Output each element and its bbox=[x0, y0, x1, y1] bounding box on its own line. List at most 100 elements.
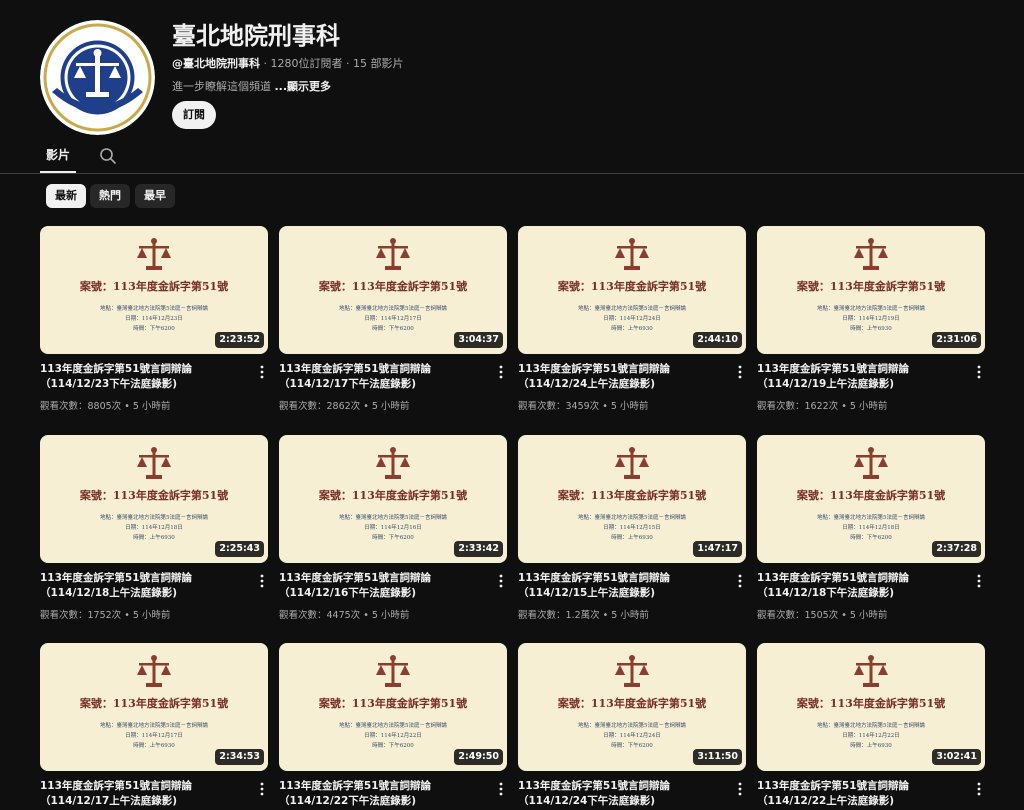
thumbnail-case-number: 案號：113年度金訴字第51號 bbox=[796, 697, 946, 710]
video-thumbnail[interactable]: 案號：113年度金訴字第51號 地點：臺灣臺北地方法院第5法庭－言詞辯論 日期：… bbox=[279, 643, 507, 771]
video-title[interactable]: 113年度金訴字第51號言詞辯論（114/12/17下午法庭錄影) bbox=[279, 362, 487, 392]
video-title[interactable]: 113年度金訴字第51號言詞辯論（114/12/24上午法庭錄影) bbox=[518, 362, 726, 392]
video-views: 觀看次數：2862次 • 5 小時前 bbox=[279, 401, 410, 412]
channel-avatar[interactable] bbox=[40, 20, 155, 135]
thumbnail-case-number: 案號：113年度金訴字第51號 bbox=[318, 697, 468, 710]
thumbnail-location: 地點：臺灣臺北地方法院第5法庭－言詞辯論 bbox=[338, 723, 447, 729]
thumbnail-time: 時間：下午6200 bbox=[133, 326, 175, 332]
video-card[interactable]: 案號：113年度金訴字第51號 地點：臺灣臺北地方法院第5法庭－言詞辯論 日期：… bbox=[40, 226, 268, 426]
video-title[interactable]: 113年度金訴字第51號言詞辯論（114/12/19上午法庭錄影) bbox=[757, 362, 965, 392]
video-thumbnail[interactable]: 案號：113年度金訴字第51號 地點：臺灣臺北地方法院第5法庭－言詞辯論 日期：… bbox=[40, 643, 268, 771]
video-thumbnail[interactable]: 案號：113年度金訴字第51號 地點：臺灣臺北地方法院第5法庭－言詞辯論 日期：… bbox=[518, 643, 746, 771]
video-card[interactable]: 案號：113年度金訴字第51號 地點：臺灣臺北地方法院第5法庭－言詞辯論 日期：… bbox=[518, 643, 746, 810]
thumbnail-time: 時間：上午6930 bbox=[611, 326, 653, 332]
video-thumbnail[interactable]: 案號：113年度金訴字第51號 地點：臺灣臺北地方法院第5法庭－言詞辯論 日期：… bbox=[279, 226, 507, 354]
video-thumbnail[interactable]: 案號：113年度金訴字第51號 地點：臺灣臺北地方法院第5法庭－言詞辯論 日期：… bbox=[518, 435, 746, 563]
thumbnail-date: 日期：114年12月16日 bbox=[364, 525, 422, 531]
more-options-icon[interactable] bbox=[973, 573, 985, 588]
video-title[interactable]: 113年度金訴字第51號言詞辯論（114/12/18下午法庭錄影) bbox=[757, 571, 965, 601]
video-title[interactable]: 113年度金訴字第51號言詞辯論（114/12/17上午法庭錄影) bbox=[40, 779, 248, 809]
more-options-icon[interactable] bbox=[734, 573, 746, 588]
video-title[interactable]: 113年度金訴字第51號言詞辯論（114/12/22下午法庭錄影) bbox=[279, 779, 487, 809]
video-title[interactable]: 113年度金訴字第51號言詞辯論（114/12/22上午法庭錄影) bbox=[757, 779, 965, 809]
video-title[interactable]: 113年度金訴字第51號言詞辯論（114/12/24下午法庭錄影) bbox=[518, 779, 726, 809]
scales-of-justice-icon bbox=[375, 236, 411, 272]
thumbnail-date: 日期：114年12月18日 bbox=[842, 525, 900, 531]
filter-oldest[interactable]: 最早 bbox=[135, 184, 175, 208]
video-thumbnail[interactable]: 案號：113年度金訴字第51號 地點：臺灣臺北地方法院第5法庭－言詞辯論 日期：… bbox=[40, 435, 268, 563]
more-options-icon[interactable] bbox=[734, 364, 746, 379]
video-thumbnail[interactable]: 案號：113年度金訴字第51號 地點：臺灣臺北地方法院第5法庭－言詞辯論 日期：… bbox=[757, 226, 985, 354]
scales-of-justice-icon bbox=[136, 236, 172, 272]
thumbnail-case-number: 案號：113年度金訴字第51號 bbox=[796, 489, 946, 502]
video-title[interactable]: 113年度金訴字第51號言詞辯論（114/12/15上午法庭錄影) bbox=[518, 571, 726, 601]
thumbnail-time: 時間：下午6200 bbox=[850, 535, 892, 541]
video-card[interactable]: 案號：113年度金訴字第51號 地點：臺灣臺北地方法院第5法庭－言詞辯論 日期：… bbox=[518, 435, 746, 635]
thumbnail-case-number: 案號：113年度金訴字第51號 bbox=[557, 280, 707, 293]
thumbnail-location: 地點：臺灣臺北地方法院第5法庭－言詞辯論 bbox=[338, 306, 447, 312]
video-card[interactable]: 案號：113年度金訴字第51號 地點：臺灣臺北地方法院第5法庭－言詞辯論 日期：… bbox=[757, 643, 985, 810]
thumbnail-time: 時間：下午6200 bbox=[372, 535, 414, 541]
thumbnail-case-number: 案號：113年度金訴字第51號 bbox=[318, 489, 468, 502]
thumbnail-date: 日期：114年12月19日 bbox=[842, 316, 900, 322]
video-title[interactable]: 113年度金訴字第51號言詞辯論（114/12/23下午法庭錄影) bbox=[40, 362, 248, 392]
thumbnail-date: 日期：114年12月22日 bbox=[842, 733, 900, 739]
video-thumbnail[interactable]: 案號：113年度金訴字第51號 地點：臺灣臺北地方法院第5法庭－言詞辯論 日期：… bbox=[518, 226, 746, 354]
thumbnail-date: 日期：114年12月17日 bbox=[125, 733, 183, 739]
video-title[interactable]: 113年度金訴字第51號言詞辯論（114/12/16下午法庭錄影) bbox=[279, 571, 487, 601]
thumbnail-case-number: 案號：113年度金訴字第51號 bbox=[79, 489, 229, 502]
scales-of-justice-icon bbox=[853, 653, 889, 689]
scales-of-justice-icon bbox=[853, 236, 889, 272]
video-views: 觀看次數：3459次 • 5 小時前 bbox=[518, 401, 649, 412]
video-card[interactable]: 案號：113年度金訴字第51號 地點：臺灣臺北地方法院第5法庭－言詞辯論 日期：… bbox=[279, 226, 507, 426]
thumbnail-location: 地點：臺灣臺北地方法院第5法庭－言詞辯論 bbox=[577, 306, 686, 312]
video-card[interactable]: 案號：113年度金訴字第51號 地點：臺灣臺北地方法院第5法庭－言詞辯論 日期：… bbox=[40, 643, 268, 810]
duration-badge: 3:11:50 bbox=[693, 749, 742, 765]
thumbnail-date: 日期：114年12月22日 bbox=[364, 733, 422, 739]
channel-handle[interactable]: @臺北地院刑事科 bbox=[172, 57, 260, 70]
thumbnail-location: 地點：臺灣臺北地方法院第5法庭－言詞辯論 bbox=[99, 723, 208, 729]
more-options-icon[interactable] bbox=[973, 364, 985, 379]
more-options-icon[interactable] bbox=[495, 781, 507, 796]
video-title[interactable]: 113年度金訴字第51號言詞辯論（114/12/18上午法庭錄影) bbox=[40, 571, 248, 601]
video-thumbnail[interactable]: 案號：113年度金訴字第51號 地點：臺灣臺北地方法院第5法庭－言詞辯論 日期：… bbox=[757, 643, 985, 771]
show-more-link[interactable]: ...顯示更多 bbox=[275, 80, 332, 93]
search-icon[interactable] bbox=[98, 146, 118, 166]
thumbnail-time: 時間：下午6200 bbox=[372, 326, 414, 332]
video-views: 觀看次數：8805次 • 5 小時前 bbox=[40, 401, 171, 412]
more-options-icon[interactable] bbox=[973, 781, 985, 796]
video-card[interactable]: 案號：113年度金訴字第51號 地點：臺灣臺北地方法院第5法庭－言詞辯論 日期：… bbox=[40, 435, 268, 635]
thumbnail-time: 時間：下午6200 bbox=[611, 743, 653, 749]
duration-badge: 2:49:50 bbox=[454, 749, 503, 765]
more-options-icon[interactable] bbox=[495, 573, 507, 588]
video-card[interactable]: 案號：113年度金訴字第51號 地點：臺灣臺北地方法院第5法庭－言詞辯論 日期：… bbox=[279, 435, 507, 635]
thumbnail-case-number: 案號：113年度金訴字第51號 bbox=[557, 489, 707, 502]
scales-of-justice-icon bbox=[614, 653, 650, 689]
video-thumbnail[interactable]: 案號：113年度金訴字第51號 地點：臺灣臺北地方法院第5法庭－言詞辯論 日期：… bbox=[757, 435, 985, 563]
duration-badge: 2:25:43 bbox=[215, 541, 264, 557]
more-options-icon[interactable] bbox=[495, 364, 507, 379]
more-options-icon[interactable] bbox=[734, 781, 746, 796]
filter-popular[interactable]: 熱門 bbox=[90, 184, 130, 208]
channel-meta: @臺北地院刑事科 · 1280位訂閱者 · 15 部影片 bbox=[172, 55, 403, 71]
scales-of-justice-icon bbox=[375, 445, 411, 481]
more-options-icon[interactable] bbox=[256, 364, 268, 379]
more-options-icon[interactable] bbox=[256, 781, 268, 796]
video-card[interactable]: 案號：113年度金訴字第51號 地點：臺灣臺北地方法院第5法庭－言詞辯論 日期：… bbox=[518, 226, 746, 426]
more-options-icon[interactable] bbox=[256, 573, 268, 588]
thumbnail-case-number: 案號：113年度金訴字第51號 bbox=[557, 697, 707, 710]
video-thumbnail[interactable]: 案號：113年度金訴字第51號 地點：臺灣臺北地方法院第5法庭－言詞辯論 日期：… bbox=[40, 226, 268, 354]
video-card[interactable]: 案號：113年度金訴字第51號 地點：臺灣臺北地方法院第5法庭－言詞辯論 日期：… bbox=[757, 226, 985, 426]
tab-videos[interactable]: 影片 bbox=[40, 140, 76, 173]
channel-description[interactable]: 進一步瞭解這個頻道 ...顯示更多 bbox=[172, 78, 331, 94]
scales-of-justice-icon bbox=[375, 653, 411, 689]
filter-latest[interactable]: 最新 bbox=[46, 184, 86, 208]
video-card[interactable]: 案號：113年度金訴字第51號 地點：臺灣臺北地方法院第5法庭－言詞辯論 日期：… bbox=[279, 643, 507, 810]
scales-of-justice-icon bbox=[136, 653, 172, 689]
scales-of-justice-icon bbox=[136, 445, 172, 481]
subscribe-button[interactable]: 訂閱 bbox=[172, 101, 216, 129]
description-text: 進一步瞭解這個頻道 bbox=[172, 80, 271, 93]
video-views: 觀看次數：4475次 • 5 小時前 bbox=[279, 610, 410, 621]
video-thumbnail[interactable]: 案號：113年度金訴字第51號 地點：臺灣臺北地方法院第5法庭－言詞辯論 日期：… bbox=[279, 435, 507, 563]
video-card[interactable]: 案號：113年度金訴字第51號 地點：臺灣臺北地方法院第5法庭－言詞辯論 日期：… bbox=[757, 435, 985, 635]
